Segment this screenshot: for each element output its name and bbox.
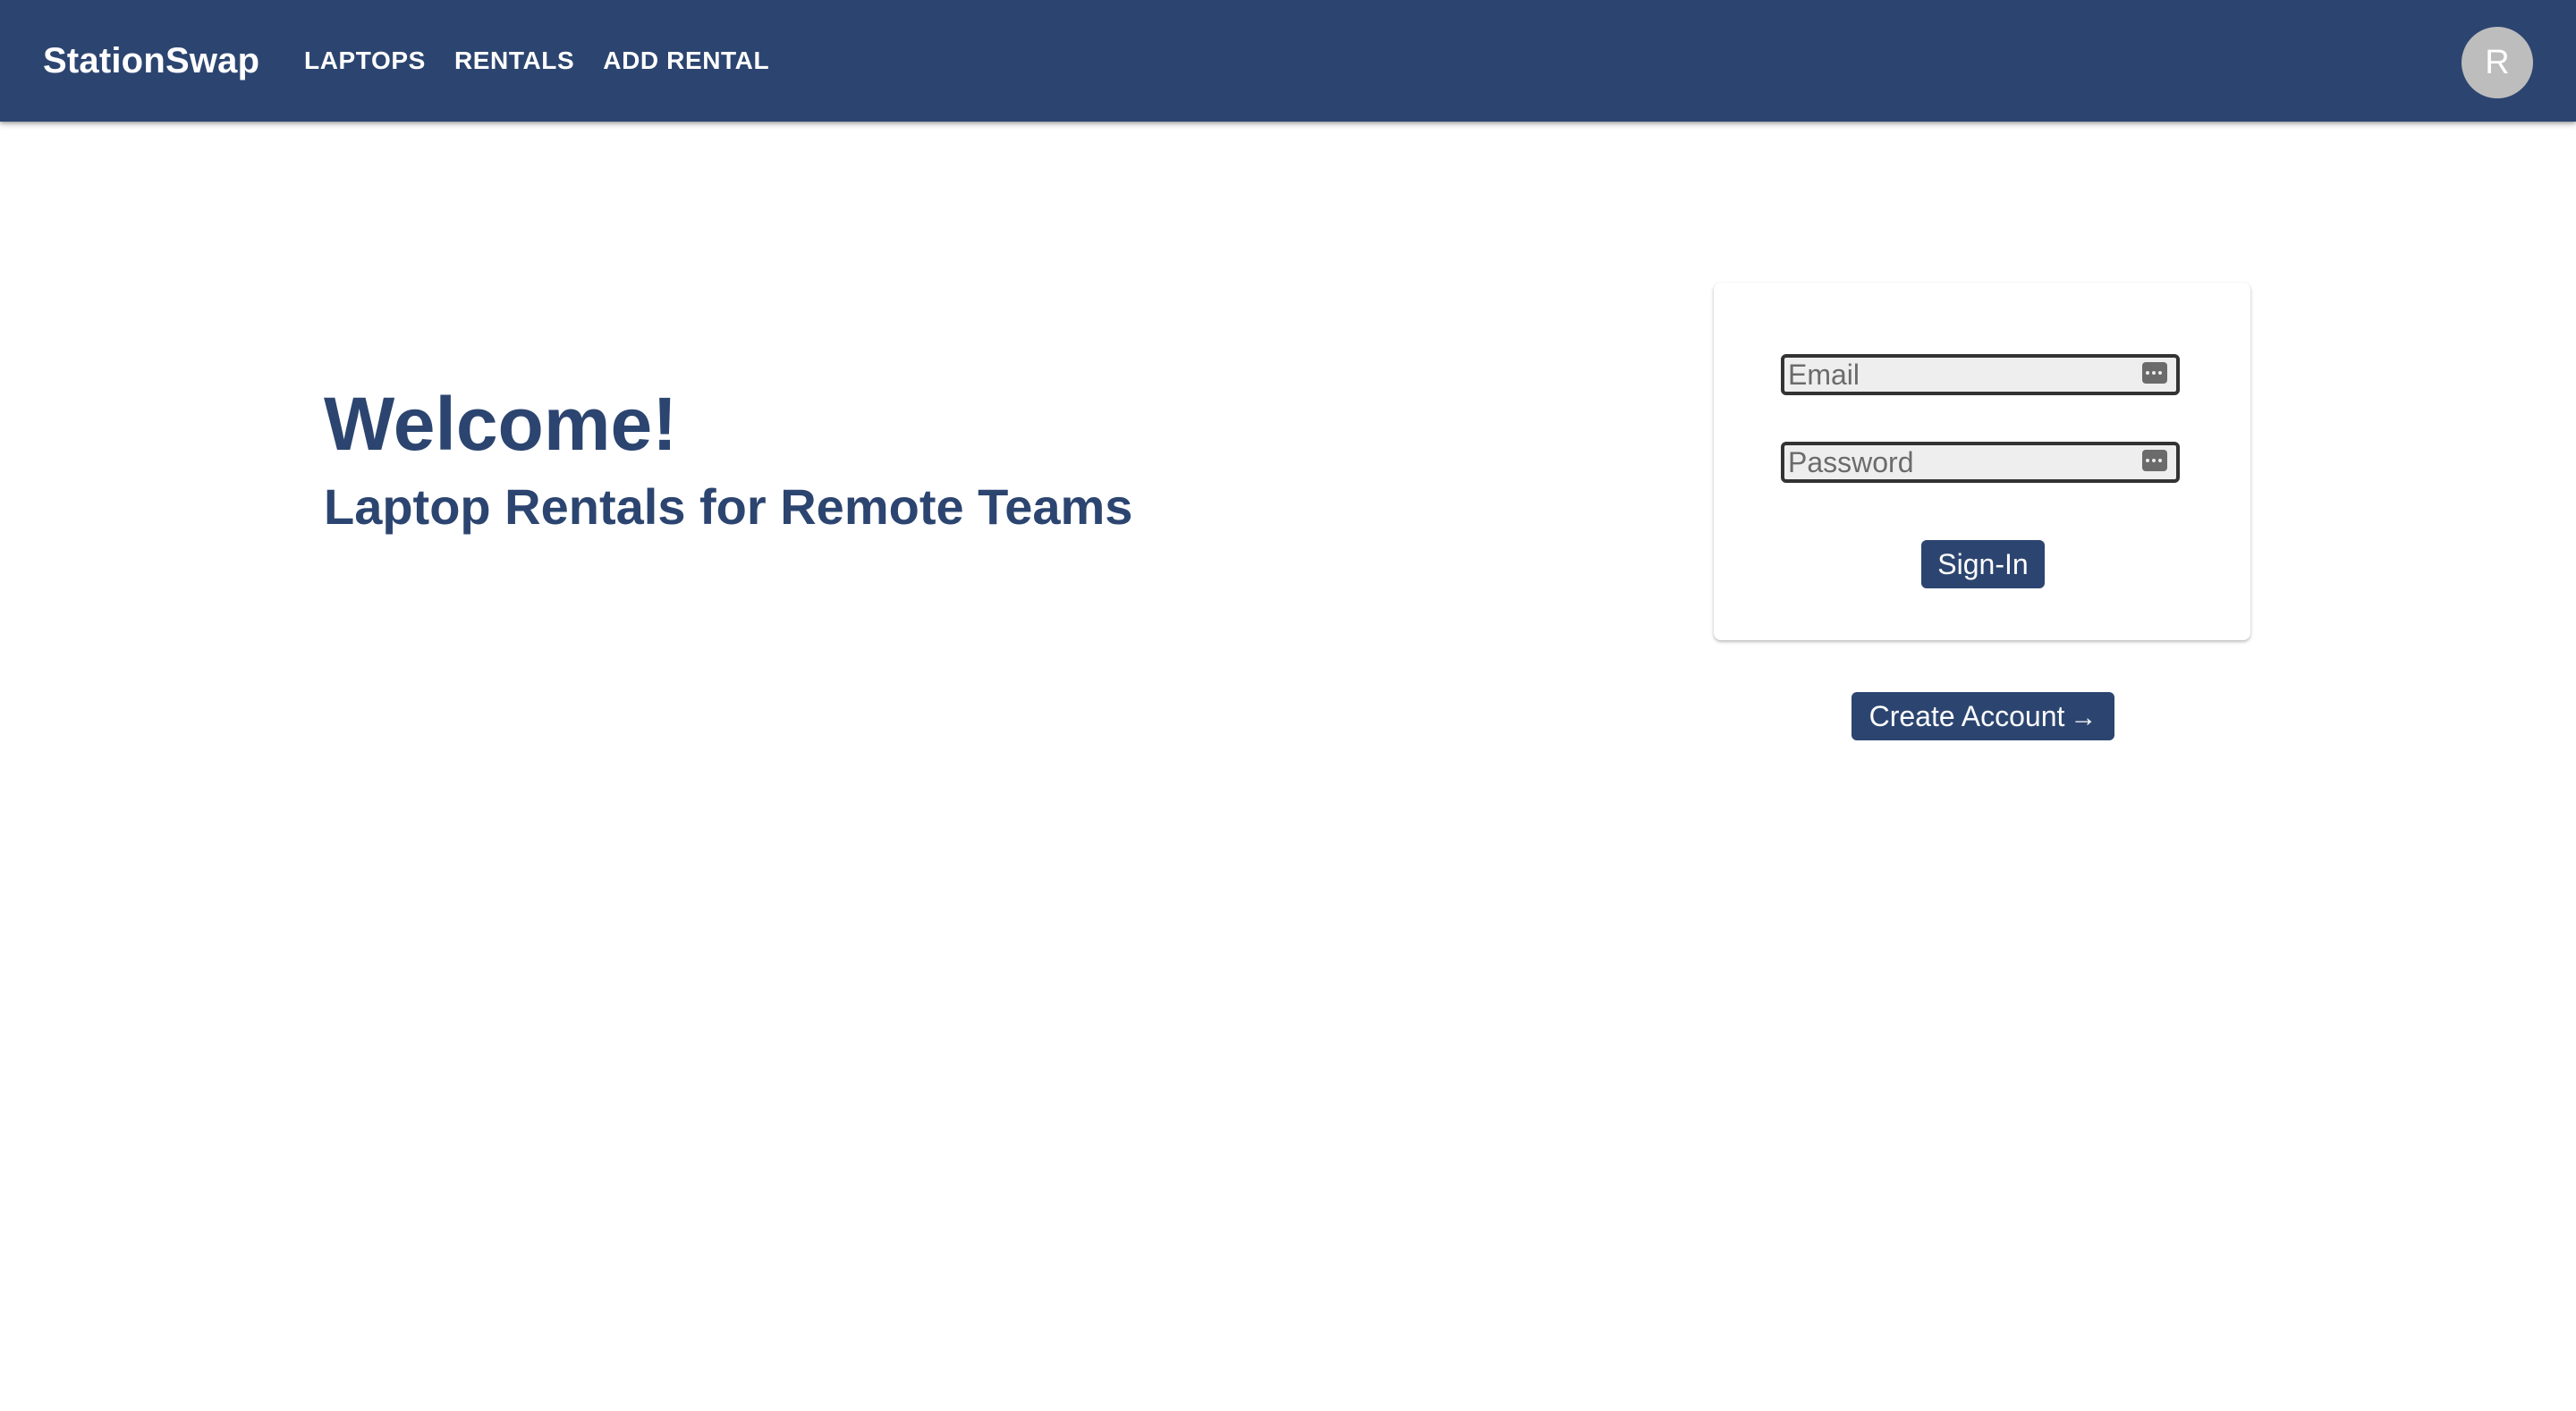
password-manager-key-icon[interactable] xyxy=(2142,362,2167,384)
page-title: Welcome! xyxy=(324,382,678,466)
password-manager-key-icon[interactable] xyxy=(2142,450,2167,471)
sign-in-card: Sign-In xyxy=(1714,283,2250,640)
email-field[interactable] xyxy=(1788,358,2137,392)
password-field-wrapper xyxy=(1781,442,2180,483)
page-subtitle: Laptop Rentals for Remote Teams xyxy=(324,478,1133,535)
nav-item-add-rental[interactable]: ADD RENTAL xyxy=(603,43,769,79)
password-field[interactable] xyxy=(1788,445,2137,479)
avatar[interactable]: R xyxy=(2462,27,2533,98)
create-account-label: Create Account xyxy=(1868,700,2065,732)
arrow-right-icon: → xyxy=(2070,703,2097,732)
email-field-wrapper xyxy=(1781,354,2180,395)
create-account-button[interactable]: Create Account → xyxy=(1852,692,2114,740)
brand-logo[interactable]: StationSwap xyxy=(43,38,259,84)
sign-in-button[interactable]: Sign-In xyxy=(1921,540,2045,588)
main-nav: LAPTOPS RENTALS ADD RENTAL xyxy=(304,43,798,79)
app-bar: StationSwap LAPTOPS RENTALS ADD RENTAL R xyxy=(0,0,2576,122)
nav-item-laptops[interactable]: LAPTOPS xyxy=(304,43,426,79)
nav-item-rentals[interactable]: RENTALS xyxy=(454,43,574,79)
